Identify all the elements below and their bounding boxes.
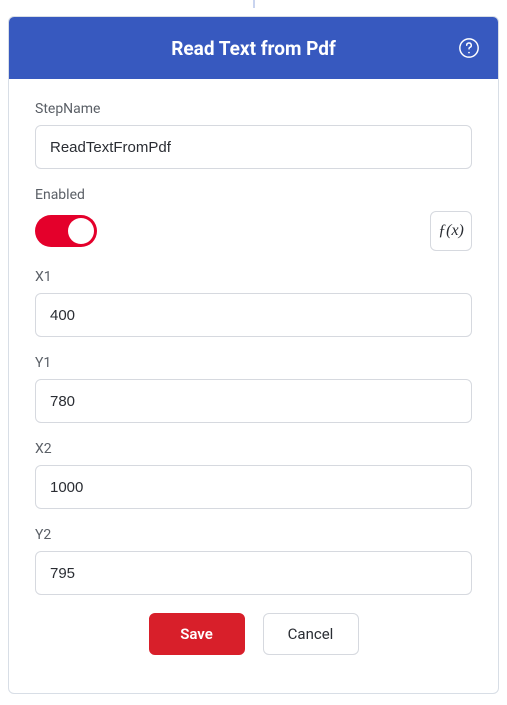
save-button[interactable]: Save <box>149 613 245 655</box>
y2-label: Y2 <box>35 527 472 543</box>
footer: Save Cancel <box>35 605 472 675</box>
field-y2: Y2 <box>35 527 472 595</box>
card-title: Read Text from Pdf <box>171 37 336 60</box>
stepname-input[interactable] <box>35 125 472 169</box>
fx-button[interactable]: ƒ(x) <box>430 211 472 251</box>
card-body: StepName Enabled ƒ(x) X1 Y1 X2 Y2 <box>9 79 498 693</box>
enabled-label: Enabled <box>35 187 472 203</box>
connector-top <box>253 0 255 8</box>
help-icon[interactable] <box>458 37 480 59</box>
field-x1: X1 <box>35 269 472 337</box>
field-stepname: StepName <box>35 101 472 169</box>
y1-input[interactable] <box>35 379 472 423</box>
step-card: Read Text from Pdf StepName Enabled ƒ(x) <box>8 16 499 694</box>
field-y1: Y1 <box>35 355 472 423</box>
field-x2: X2 <box>35 441 472 509</box>
x2-label: X2 <box>35 441 472 457</box>
x1-label: X1 <box>35 269 472 285</box>
toggle-knob <box>68 218 94 244</box>
stepname-label: StepName <box>35 101 472 117</box>
enabled-toggle[interactable] <box>35 215 97 247</box>
cancel-button[interactable]: Cancel <box>263 613 359 655</box>
y1-label: Y1 <box>35 355 472 371</box>
enabled-row: ƒ(x) <box>35 211 472 251</box>
y2-input[interactable] <box>35 551 472 595</box>
field-enabled: Enabled ƒ(x) <box>35 187 472 251</box>
card-header: Read Text from Pdf <box>9 17 498 79</box>
x1-input[interactable] <box>35 293 472 337</box>
x2-input[interactable] <box>35 465 472 509</box>
